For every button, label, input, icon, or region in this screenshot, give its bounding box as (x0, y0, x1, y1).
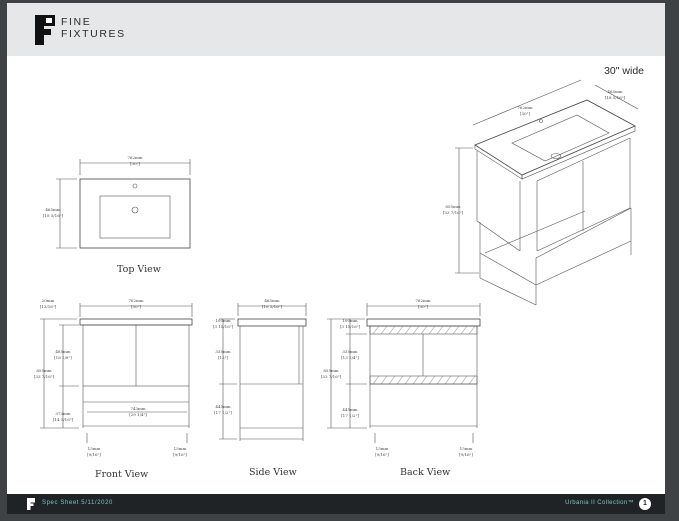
back-foot-left-in: [9/16"] (375, 452, 389, 457)
front-total-mm: 855mm (36, 368, 51, 373)
front-top-mm: 20mm (42, 298, 55, 303)
top-view-drawing (56, 159, 191, 249)
front-view-drawing (40, 303, 193, 443)
front-foot-right-mm: 15mm (174, 446, 187, 451)
front-view-label: Front View (95, 469, 149, 480)
page-number: 1 (639, 498, 651, 510)
side-mid-in: [12"] (218, 355, 228, 360)
isometric-view-drawing (455, 79, 639, 306)
back-mid-mm: 335mm (342, 349, 357, 354)
side-mid-mm: 335mm (215, 349, 230, 354)
back-top-mm: 100mm (342, 318, 357, 323)
spec-sheet-date: Spec Sheet 5/11/2020 (42, 500, 113, 506)
top-depth-mm: 465mm (45, 207, 60, 212)
front-width-in: [30"] (131, 304, 141, 309)
back-foot-left-mm: 15mm (376, 446, 389, 451)
front-width-mm: 762mm (128, 298, 143, 303)
iso-height-in: [33 7/16"] (443, 210, 464, 215)
technical-drawings: 762mm [30"] 465mm [18 5/16"] 762mm [30"]… (34, 79, 639, 457)
top-view-label: Top View (117, 264, 161, 275)
back-low-mm: 445mm (342, 407, 357, 412)
side-top-in: [3 15/16"] (213, 324, 234, 329)
side-low-in: [17 1/2"] (214, 410, 232, 415)
back-total-mm: 855mm (323, 368, 338, 373)
footer-bar: Spec Sheet 5/11/2020 Urbania II Collecti… (7, 494, 665, 514)
side-top-mm: 100mm (215, 318, 230, 323)
top-depth-in: [18 5/16"] (43, 213, 64, 218)
back-low-in: [17 1/2"] (341, 413, 359, 418)
iso-depth-mm: 465mm (607, 89, 622, 94)
side-low-mm: 445mm (215, 404, 230, 409)
back-view-label: Back View (400, 467, 451, 478)
back-width-mm: 762mm (415, 298, 430, 303)
front-shelf-mm: 373mm (55, 411, 70, 416)
front-total-in: [33 7/16"] (34, 374, 55, 379)
iso-width-in: [30"] (520, 111, 530, 116)
front-inner-mm: 743mm (130, 406, 145, 411)
back-foot-right-mm: 15mm (460, 446, 473, 451)
front-shelf-in: [14 5/16"] (53, 417, 74, 422)
front-doors-mm: 485mm (55, 349, 70, 354)
side-view-label: Side View (249, 467, 297, 478)
back-foot-right-in: [9/16"] (459, 452, 473, 457)
back-view-hatching (372, 325, 476, 385)
back-top-in: [3 15/16"] (340, 324, 361, 329)
top-width-mm: 762mm (127, 155, 142, 160)
top-width-in: [30"] (130, 161, 140, 166)
front-foot-right-in: [9/16"] (173, 452, 187, 457)
iso-height-mm: 855mm (445, 204, 460, 209)
front-top-in: [13/16"] (40, 304, 57, 309)
back-width-in: [30"] (418, 304, 428, 309)
front-doors-in: [18 1/8"] (54, 355, 72, 360)
collection-name: Urbania II Collection™ (565, 500, 634, 506)
spec-sheet-page: FINE FIXTURES 30" wide 762mm [30"] 465mm… (7, 3, 665, 514)
front-foot-left-mm: 15mm (88, 446, 101, 451)
back-total-in: [33 7/16"] (321, 374, 342, 379)
side-depth-in: [18 5/16"] (262, 304, 283, 309)
iso-width-mm: 762mm (517, 105, 532, 110)
front-inner-in: [29 1/4"] (129, 412, 147, 417)
side-depth-mm: 465mm (264, 298, 279, 303)
front-foot-left-in: [9/16"] (87, 452, 101, 457)
iso-depth-in: [18 5/16"] (605, 95, 626, 100)
footer-logo-icon (27, 498, 35, 510)
back-mid-in: [13 1/4"] (341, 355, 359, 360)
